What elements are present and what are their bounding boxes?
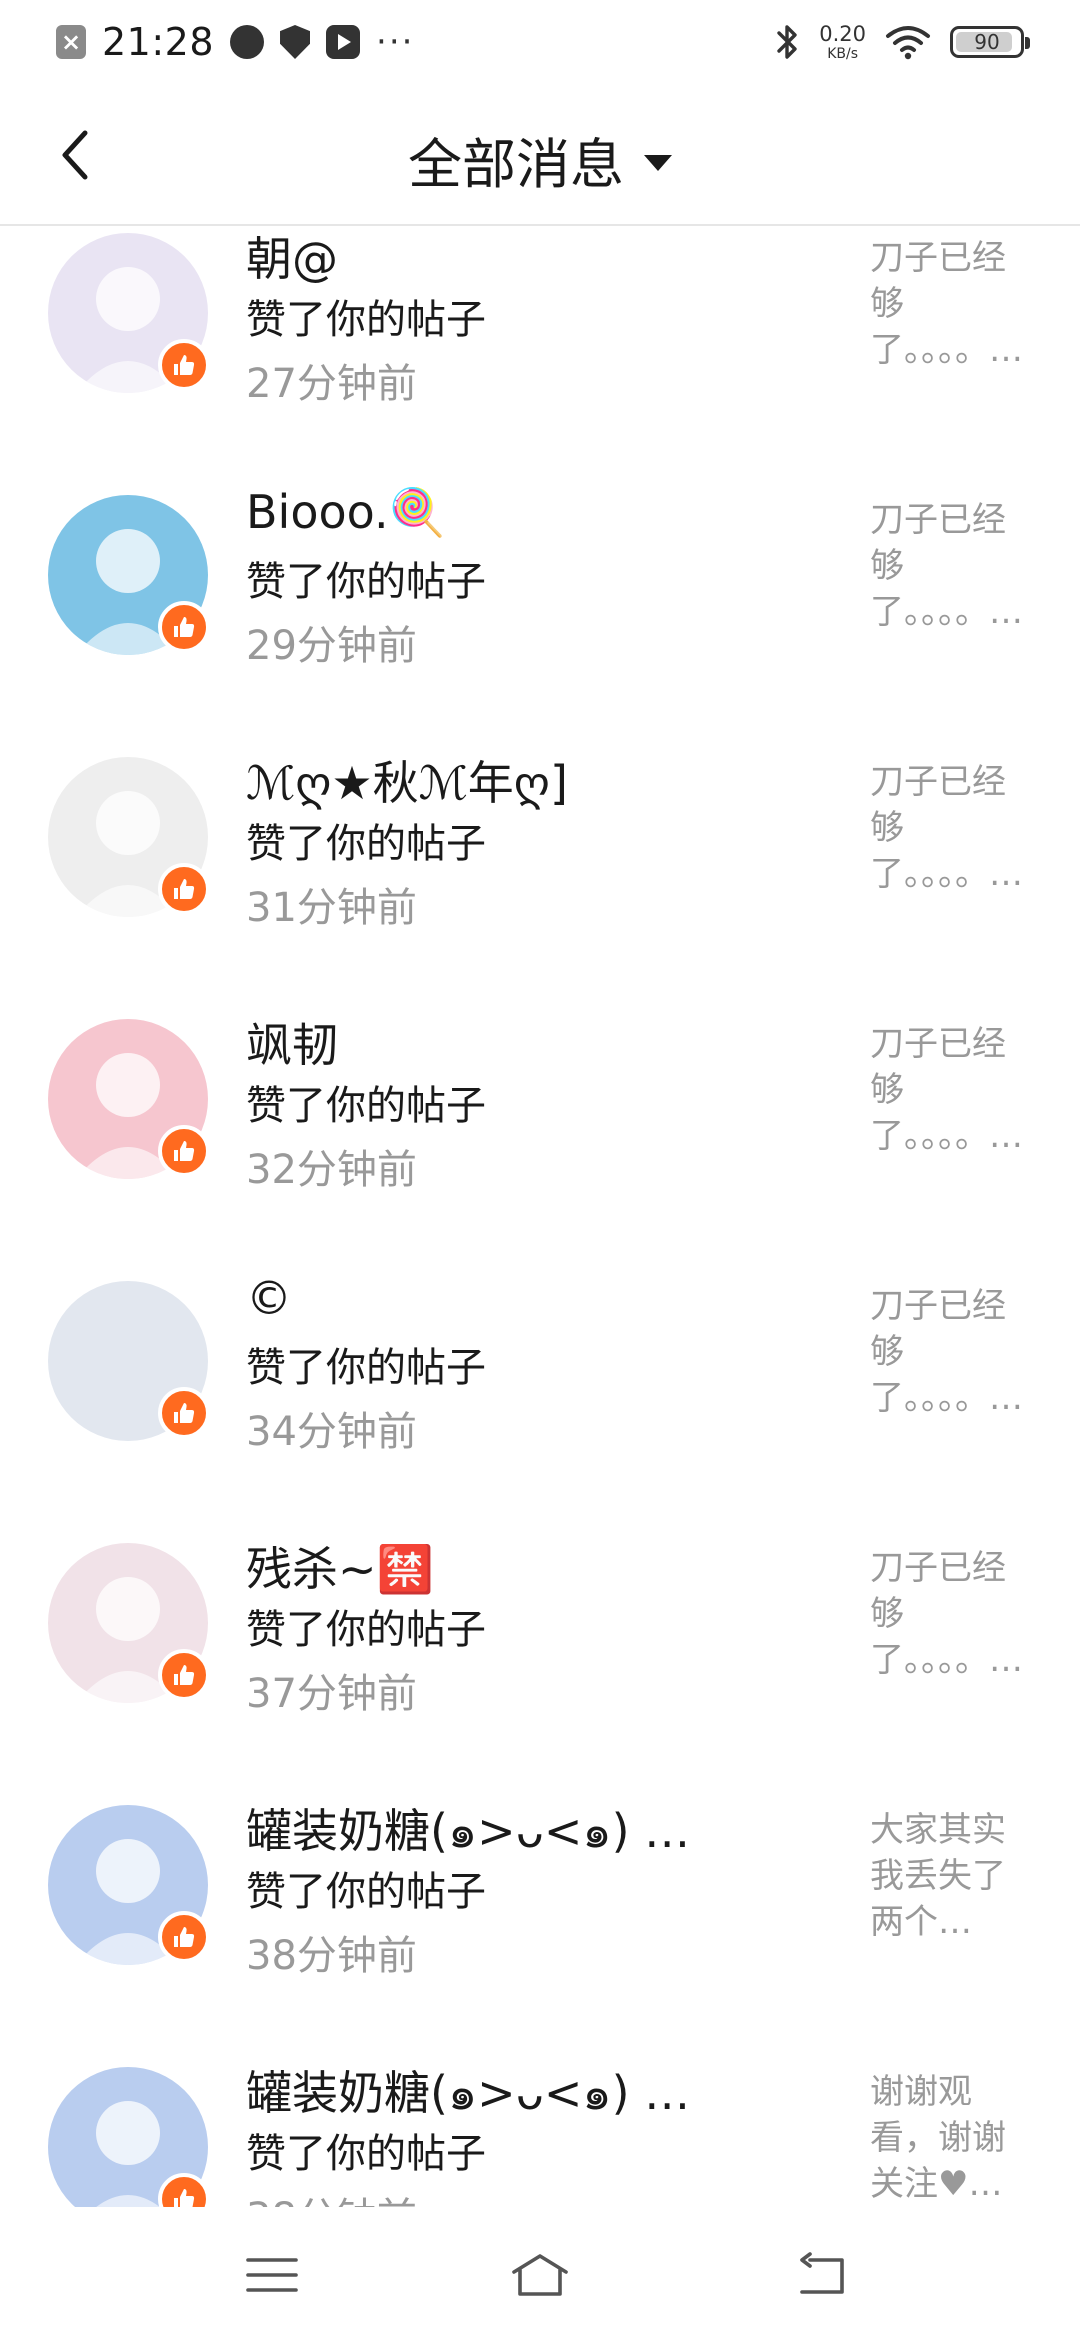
thumbs-up-icon <box>174 1141 195 1161</box>
username: © <box>246 1271 292 1325</box>
speedometer-icon <box>230 25 265 59</box>
more-notifications-icon: ··· <box>376 22 415 62</box>
like-badge <box>158 601 210 653</box>
post-preview: 刀子已经够了。。。。… <box>870 1024 1023 1156</box>
like-badge <box>158 1911 210 1963</box>
like-badge <box>158 1387 210 1439</box>
home-icon <box>512 2254 568 2296</box>
battery-level: 90 <box>974 30 1000 54</box>
action-text: 赞了你的帖子 <box>246 2131 486 2177</box>
network-speed: 0.20 KB/s <box>819 21 866 62</box>
notification-row[interactable]: 残杀~🈲 赞了你的帖子 37分钟前 刀子已经够了。。。。… <box>0 1537 1080 1799</box>
thumbs-up-icon <box>174 1665 195 1685</box>
username: 罐装奶糖(๑>ᴗ<๑) … <box>246 1804 691 1858</box>
notification-row[interactable]: ℳღ★秋ℳ年ღ] 赞了你的帖子 31分钟前 刀子已经够了。。。。… <box>0 751 1080 1013</box>
bluetooth-icon <box>777 25 797 59</box>
menu-icon <box>246 2258 298 2292</box>
post-preview: 大家其实我丢失了两个… <box>870 1810 1006 1942</box>
wifi-icon <box>886 26 930 60</box>
post-preview: 刀子已经够了。。。。… <box>870 762 1023 894</box>
notification-row[interactable]: 朝@ 赞了你的帖子 27分钟前 刀子已经够了。。。。… <box>0 227 1080 489</box>
username: Biooo.🍭 <box>246 485 446 539</box>
back-nav-button[interactable] <box>772 2240 872 2310</box>
action-text: 赞了你的帖子 <box>246 1083 486 1129</box>
status-bar: × 21:28 ··· 0.20 KB/s 90 <box>0 0 1080 82</box>
thumbs-up-icon <box>174 2189 195 2207</box>
battery-icon: 90 <box>950 26 1030 58</box>
username: 朝@ <box>246 232 338 286</box>
thumbs-up-icon <box>174 617 195 637</box>
notification-row[interactable]: Biooo.🍭 赞了你的帖子 29分钟前 刀子已经够了。。。。… <box>0 485 1080 751</box>
title-dropdown[interactable]: 全部消息 <box>0 120 1080 199</box>
post-preview: 谢谢观看，谢谢关注♥… <box>870 2072 1006 2204</box>
timestamp: 32分钟前 <box>246 1147 417 1193</box>
post-preview: 刀子已经够了。。。。… <box>870 238 1023 370</box>
timestamp: 37分钟前 <box>246 1671 417 1717</box>
thumbs-up-icon <box>174 1927 195 1947</box>
play-icon <box>326 25 361 59</box>
notification-row[interactable]: 罐装奶糖(๑>ᴗ<๑) … 赞了你的帖子 38分钟前 谢谢观看，谢谢关注♥… <box>0 2061 1080 2207</box>
page-title: 全部消息 <box>408 133 624 196</box>
caret-down-icon <box>644 154 672 171</box>
action-text: 赞了你的帖子 <box>246 1607 486 1653</box>
network-speed-unit: KB/s <box>827 45 859 62</box>
notifications-screen: × 21:28 ··· 0.20 KB/s 90 全部消息 朝@ 赞了你的帖子 … <box>0 0 1080 2340</box>
timestamp: 38分钟前 <box>246 1933 417 1979</box>
network-speed-value: 0.20 <box>819 21 866 46</box>
username: 罐装奶糖(๑>ᴗ<๑) … <box>246 2066 691 2120</box>
status-bar-right: 0.20 KB/s 90 <box>775 18 1030 66</box>
thumbs-up-icon <box>174 879 195 899</box>
thumbs-up-icon <box>174 1403 195 1423</box>
like-badge <box>158 339 210 391</box>
top-header: 全部消息 <box>0 82 1080 226</box>
status-bar-left: × 21:28 ··· <box>56 18 414 66</box>
timestamp: 38分钟前 <box>246 2185 417 2207</box>
action-text: 赞了你的帖子 <box>246 559 486 605</box>
thumbs-up-icon <box>174 355 195 375</box>
notification-row[interactable]: 飒韧赞了你的帖子 32分钟前 刀子已经够了。。。。… <box>0 1013 1080 1275</box>
username: 飒韧 <box>246 1018 338 1072</box>
timestamp: 31分钟前 <box>246 885 417 931</box>
action-text: 赞了你的帖子 <box>246 297 486 343</box>
post-preview: 刀子已经够了。。。。… <box>870 1548 1023 1680</box>
menu-button[interactable] <box>222 2240 322 2310</box>
action-text: 赞了你的帖子 <box>246 1869 486 1915</box>
status-time: 21:28 <box>102 20 215 64</box>
notification-row[interactable]: 罐装奶糖(๑>ᴗ<๑) … 赞了你的帖子 38分钟前 大家其实我丢失了两个… <box>0 1799 1080 2061</box>
home-button[interactable] <box>490 2240 590 2310</box>
close-notification-icon: × <box>56 25 86 59</box>
post-preview: 刀子已经够了。。。。… <box>870 1286 1023 1418</box>
timestamp: 27分钟前 <box>246 361 417 407</box>
like-badge <box>158 1125 210 1177</box>
action-text: 赞了你的帖子 <box>246 821 486 867</box>
navigation-bar <box>0 2210 1080 2340</box>
post-preview: 刀子已经够了。。。。… <box>870 500 1023 632</box>
notification-list[interactable]: 朝@ 赞了你的帖子 27分钟前 刀子已经够了。。。。… Biooo.🍭 赞了你的帖子 29分… <box>0 227 1080 2207</box>
timestamp: 34分钟前 <box>246 1409 417 1455</box>
like-badge <box>158 863 210 915</box>
action-text: 赞了你的帖子 <box>246 1345 486 1391</box>
username: ℳღ★秋ℳ年ღ] <box>246 756 568 810</box>
like-badge <box>158 1649 210 1701</box>
back-icon <box>800 2252 844 2294</box>
shield-icon <box>280 25 311 59</box>
timestamp: 29分钟前 <box>246 623 417 669</box>
notification-row[interactable]: © 赞了你的帖子 34分钟前 刀子已经够了。。。。… <box>0 1271 1080 1537</box>
username: 残杀~🈲 <box>246 1542 434 1596</box>
